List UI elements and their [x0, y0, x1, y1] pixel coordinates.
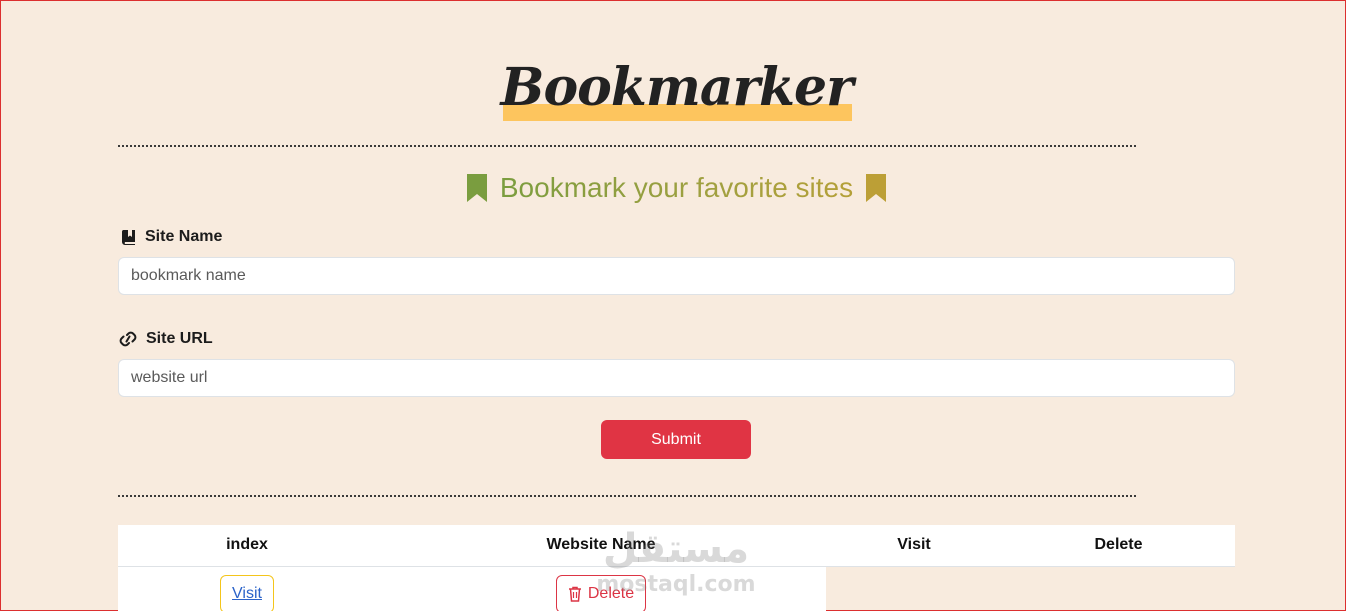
tagline: Bookmark your favorite sites [118, 167, 1235, 207]
bottom-divider [118, 495, 1136, 497]
submit-button[interactable]: Submit [601, 420, 751, 459]
tagline-text: Bookmark your favorite sites [496, 172, 857, 203]
header-website-name: Website Name [376, 525, 826, 567]
site-url-label-text: Site URL [146, 330, 213, 347]
top-divider [118, 145, 1136, 147]
site-url-label: Site URL [118, 329, 213, 349]
book-bookmark-icon [121, 229, 135, 245]
link-icon [119, 331, 137, 347]
trash-icon [568, 587, 581, 602]
brand-title: Bookmarker [500, 57, 854, 118]
visit-button[interactable]: Visit [220, 575, 274, 611]
site-name-label-text: Site Name [145, 228, 223, 245]
row-visit-cell: Visit [118, 566, 376, 611]
header-visit: Visit [826, 525, 1002, 567]
delete-button-label: Delete [587, 585, 635, 603]
site-name-input[interactable] [118, 257, 1235, 295]
delete-button[interactable]: Delete [555, 575, 647, 611]
brand-logo: Bookmarker [499, 55, 855, 121]
bookmarks-table: index Website Name Visit Delete Visit De… [118, 525, 1235, 611]
row-delete-cell: Delete [376, 566, 826, 611]
table-row: Visit Delete [118, 566, 1235, 611]
header-delete: Delete [1002, 525, 1235, 567]
table-header-row: index Website Name Visit Delete [118, 525, 1235, 567]
site-name-label: Site Name [121, 227, 222, 247]
bookmark-icon [467, 173, 488, 202]
row-empty-cell [1002, 566, 1235, 611]
header-index: index [118, 525, 376, 567]
site-url-input[interactable] [118, 359, 1235, 397]
brand-header: Bookmarker [118, 55, 1235, 125]
bookmark-icon [865, 173, 886, 202]
row-empty-cell [826, 566, 1002, 611]
